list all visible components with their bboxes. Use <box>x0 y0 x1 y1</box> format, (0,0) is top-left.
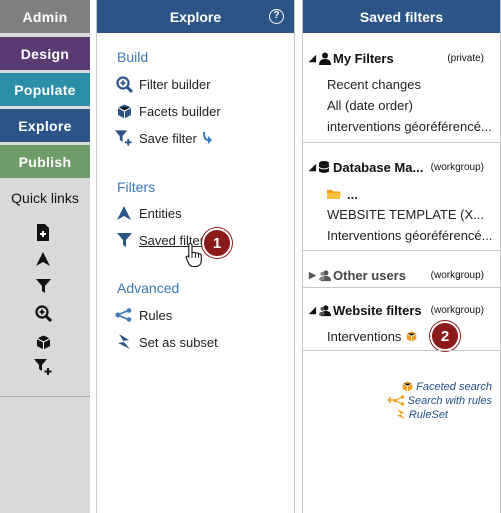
nav-design[interactable]: Design <box>0 37 90 70</box>
faceted-cube-icon <box>406 330 417 342</box>
explore-panel: Explore ? Build Filter builder Facets bu… <box>96 0 295 513</box>
nav-explore[interactable]: Explore <box>0 109 90 142</box>
other-users-scope: (workgroup) <box>430 269 484 281</box>
rules-plus-icon <box>386 395 405 406</box>
set-as-subset-label: Set as subset <box>139 334 218 350</box>
other-users-group[interactable]: ▶ Other users (workgroup) <box>309 266 494 284</box>
legend-ruleset: RuleSet <box>388 408 448 421</box>
collapsed-triangle-icon: ▶ <box>309 269 316 280</box>
legend-search-with-rules-label: Search with rules <box>407 394 492 407</box>
database-scope: (workgroup) <box>430 161 484 173</box>
help-icon[interactable]: ? <box>269 9 284 24</box>
subset-icon <box>115 333 133 351</box>
divider <box>303 350 500 351</box>
filter-icon <box>115 231 133 249</box>
cube-icon <box>395 381 413 392</box>
database-label: Database Ma... <box>333 159 424 175</box>
save-filter-label: Save filter <box>139 130 197 146</box>
facets-builder-label: Facets builder <box>139 103 221 119</box>
step-badge-1: 1 <box>202 228 232 258</box>
filter-icon[interactable] <box>33 276 53 296</box>
entities-icon <box>115 204 133 222</box>
saved-filters-panel: Saved filters ◢ My Filters (private) Rec… <box>302 0 501 513</box>
cube-icon[interactable] <box>33 332 53 352</box>
other-users-label: Other users <box>333 267 406 283</box>
expanded-triangle-icon: ◢ <box>309 304 316 315</box>
folder-label: ... <box>347 186 358 202</box>
zoom-plus-icon <box>115 75 133 93</box>
divider <box>0 396 90 397</box>
divider <box>303 142 500 143</box>
save-filter-link[interactable]: Save filter <box>115 128 212 148</box>
left-nav: Admin Design Populate Explore Publish Qu… <box>0 0 90 513</box>
arrow-down-icon <box>202 132 212 144</box>
saved-filter-item[interactable]: interventions géoréférencé... <box>327 117 492 135</box>
step-badge-2: 2 <box>430 321 460 351</box>
filter-add-icon[interactable] <box>33 357 53 377</box>
entities-label: Entities <box>139 205 182 221</box>
legend-search-with-rules: Search with rules <box>386 394 492 407</box>
section-filters: Filters <box>117 179 156 195</box>
users-icon <box>319 269 331 282</box>
saved-filter-item[interactable]: Interventions <box>327 327 417 345</box>
cube-icon <box>115 102 133 120</box>
set-as-subset-link[interactable]: Set as subset <box>115 332 218 352</box>
users-icon <box>319 304 331 317</box>
saved-filter-item[interactable]: Recent changes <box>327 75 421 93</box>
rules-link[interactable]: Rules <box>115 305 172 325</box>
expanded-triangle-icon: ◢ <box>309 52 316 63</box>
divider <box>303 250 500 251</box>
my-filters-group[interactable]: ◢ My Filters (private) <box>309 49 494 67</box>
legend-faceted-search-label: Faceted search <box>416 380 492 393</box>
nav-admin[interactable]: Admin <box>0 0 90 33</box>
explore-title: Explore <box>169 8 222 25</box>
section-advanced: Advanced <box>117 280 180 296</box>
nav-publish[interactable]: Publish <box>0 145 90 178</box>
saved-filter-item[interactable]: Interventions géoréférencé... <box>327 226 493 244</box>
database-icon <box>319 160 331 174</box>
website-filters-scope: (workgroup) <box>430 304 484 316</box>
new-document-icon[interactable] <box>33 222 53 242</box>
legend-faceted-search: Faceted search <box>395 380 492 393</box>
saved-filters-header: Saved filters <box>303 0 500 33</box>
my-filters-label: My Filters <box>333 50 394 66</box>
expanded-triangle-icon: ◢ <box>309 161 316 172</box>
website-filters-label: Website filters <box>333 302 422 318</box>
section-build: Build <box>117 49 149 65</box>
my-filters-scope: (private) <box>447 52 484 64</box>
website-filters-group[interactable]: ◢ Website filters (workgroup) <box>309 301 494 319</box>
saved-filter-item[interactable]: All (date order) <box>327 96 413 114</box>
user-icon <box>319 52 331 65</box>
rules-icon <box>115 306 133 324</box>
ruleset-icon <box>388 409 406 420</box>
database-group[interactable]: ◢ Database Ma... (workgroup) <box>309 158 494 176</box>
zoom-plus-icon[interactable] <box>33 303 53 323</box>
folder-icon <box>327 188 341 200</box>
entities-icon[interactable] <box>33 249 53 269</box>
folder-item[interactable]: ... <box>327 185 358 203</box>
explore-header: Explore ? <box>97 0 294 33</box>
nav-populate[interactable]: Populate <box>0 73 90 106</box>
hand-cursor-icon <box>185 242 203 271</box>
divider <box>303 287 500 288</box>
saved-filter-item[interactable]: WEBSITE TEMPLATE (X... <box>327 205 484 223</box>
filter-builder-label: Filter builder <box>139 76 211 92</box>
entities-link[interactable]: Entities <box>115 203 182 223</box>
quick-links-title: Quick links <box>11 190 79 206</box>
saved-filter-label: Interventions <box>327 328 402 344</box>
legend-ruleset-label: RuleSet <box>408 408 448 421</box>
rules-label: Rules <box>139 307 173 323</box>
filter-add-icon <box>115 129 133 147</box>
filter-builder-link[interactable]: Filter builder <box>115 74 211 94</box>
saved-filters-title: Saved filters <box>359 8 444 25</box>
facets-builder-link[interactable]: Facets builder <box>115 101 221 121</box>
